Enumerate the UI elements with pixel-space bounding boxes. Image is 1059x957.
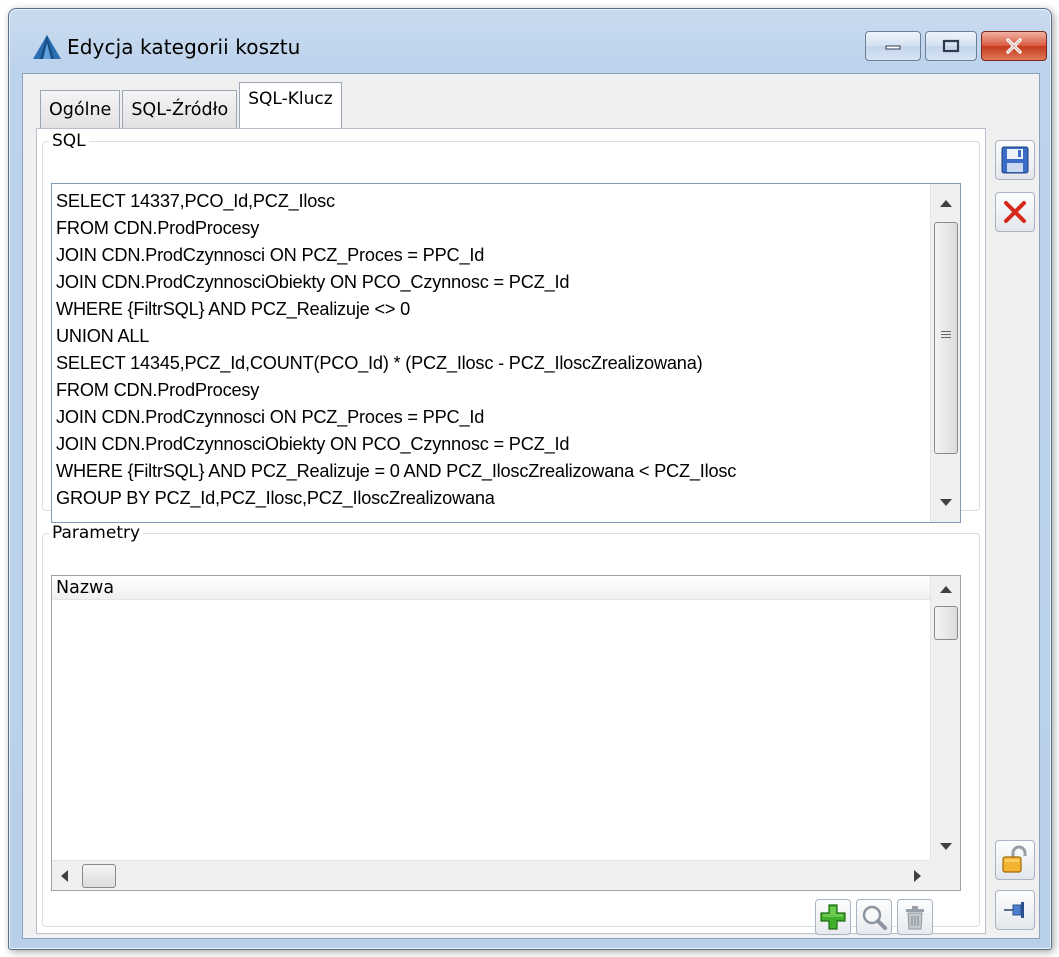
app-triangle-icon [33,35,61,59]
trash-icon [906,906,924,930]
scroll-left-icon[interactable] [61,870,68,882]
scroll-right-icon[interactable] [914,870,921,882]
scroll-down-icon[interactable] [940,843,952,850]
sql-editor[interactable]: SELECT 14337,PCO_Id,PCZ_Ilosc FROM CDN.P… [51,183,961,523]
scroll-down-icon[interactable] [940,499,952,506]
close-button[interactable] [981,31,1047,61]
close-icon [1006,38,1022,54]
tab-sql-klucz[interactable]: SQL-Klucz [239,82,342,128]
scroll-corner [930,860,960,890]
save-button[interactable] [995,140,1035,180]
scroll-up-icon[interactable] [940,200,952,207]
tab-strip: Ogólne SQL-Źródło SQL-Klucz [40,82,344,128]
minimize-icon [885,45,901,50]
params-horizontal-scrollbar[interactable] [52,860,930,890]
tab-panel: SQL SELECT 14337,PCO_Id,PCZ_Ilosc FROM C… [36,128,986,935]
minimize-button[interactable] [865,31,921,61]
cancel-button[interactable] [995,192,1035,232]
dialog-window: Edycja kategorii kosztu Ogólne SQL-Źródł… [8,8,1052,950]
magnifier-icon [862,905,887,930]
tab-ogolne[interactable]: Ogólne [40,90,121,128]
sql-vertical-scrollbar[interactable] [930,184,960,522]
sql-group: SQL SELECT 14337,PCO_Id,PCZ_Ilosc FROM C… [42,131,980,523]
tab-sql-zrodlo[interactable]: SQL-Źródło [122,90,238,128]
scroll-thumb[interactable] [934,222,958,454]
maximize-button[interactable] [925,31,977,61]
search-parameter-button[interactable] [856,899,892,935]
window-title: Edycja kategorii kosztu [67,35,301,59]
pin-icon [1004,902,1024,918]
red-x-icon [1004,201,1026,223]
padlock-icon [1002,845,1027,873]
green-plus-icon [820,904,846,930]
horizontal-scroll-thumb[interactable] [82,864,116,888]
scroll-thumb[interactable] [934,606,958,640]
parameters-table[interactable]: Nazwa [51,575,961,891]
params-vertical-scrollbar[interactable] [930,576,960,860]
maximize-icon [942,39,960,53]
parameters-group-label: Parametry [52,523,141,543]
floppy-disk-icon [1001,146,1029,174]
dialog-client-area: Ogólne SQL-Źródło SQL-Klucz SQL SELECT 1… [22,73,1040,939]
sql-query-text[interactable]: SELECT 14337,PCO_Id,PCZ_Ilosc FROM CDN.P… [56,188,928,518]
add-parameter-button[interactable] [815,899,851,935]
scroll-up-icon[interactable] [940,586,952,593]
column-header-nazwa[interactable]: Nazwa [52,576,930,600]
pin-button[interactable] [995,890,1035,930]
sql-group-label: SQL [52,131,86,151]
delete-parameter-button[interactable] [897,899,933,935]
lock-button[interactable] [995,840,1035,880]
title-bar[interactable]: Edycja kategorii kosztu [9,9,1051,69]
parameters-group: Parametry Nazwa [42,523,980,935]
